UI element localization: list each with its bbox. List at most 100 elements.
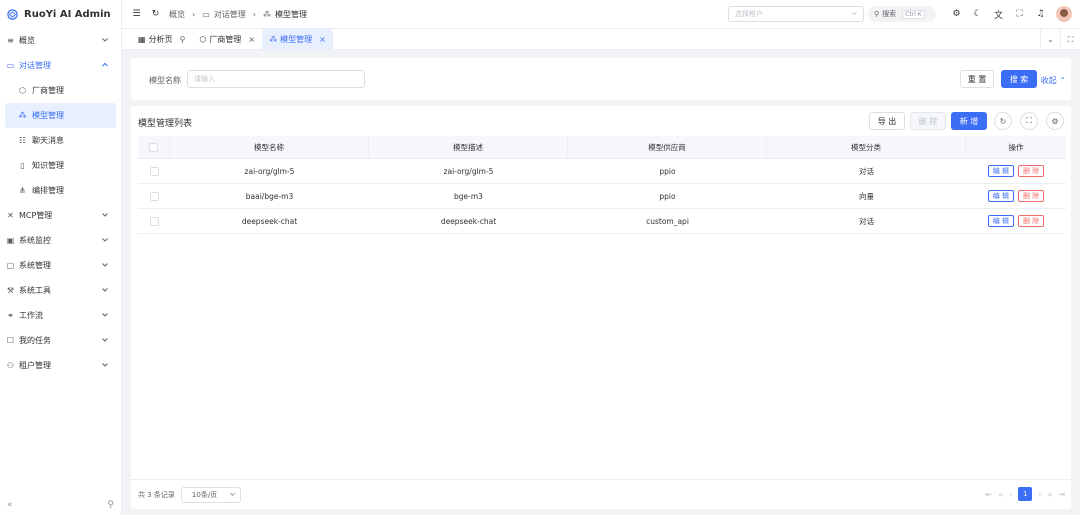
reset-button[interactable]: 重 置 — [960, 70, 994, 88]
sidebar-item-mcp[interactable]: ✕ MCP管理 — [0, 203, 121, 228]
prev-page-icon[interactable]: ‹ — [1009, 490, 1012, 499]
edit-button[interactable]: 编 辑 — [987, 215, 1014, 227]
sidebar-item-model[interactable]: ⁂ 模型管理 — [5, 103, 116, 128]
fullscreen-icon[interactable]: ⛶ — [1014, 9, 1025, 20]
mcp-icon: ✕ — [7, 211, 14, 220]
table-row: zai-org/glm-5 zai-org/glm-5 ppio 对话 编 辑 … — [138, 159, 1066, 184]
remove-button[interactable]: 删 除 — [1018, 215, 1045, 227]
cube-icon: ⬡ — [199, 34, 207, 44]
settings-icon[interactable]: ⚙ — [951, 9, 962, 20]
breadcrumb-item[interactable]: 对话管理 — [214, 9, 246, 20]
collapse-toggle[interactable]: 收起 ⌃ — [1041, 75, 1066, 86]
chevron-down-icon — [102, 288, 108, 292]
last-page-icon[interactable]: ⇥ — [1058, 490, 1065, 499]
page-number[interactable]: 1 — [1018, 487, 1033, 501]
edit-button[interactable]: 编 辑 — [987, 190, 1014, 202]
sidebar-item-messages[interactable]: ☷ 聊天消息 — [0, 128, 121, 153]
menu-toggle-icon[interactable]: ☰ — [131, 9, 142, 20]
tab-analysis[interactable]: ▦ 分析页 ⚲ — [131, 29, 192, 49]
breadcrumb-item[interactable]: 概览 — [169, 9, 185, 20]
theme-moon-icon[interactable]: ☾ — [972, 9, 983, 20]
model-category-cell: 对话 — [859, 166, 874, 176]
row-checkbox[interactable] — [149, 166, 159, 176]
sidebar-item-knowledge[interactable]: ▯ 知识管理 — [0, 153, 121, 178]
sidebar-item-label: 知识管理 — [32, 161, 64, 170]
add-button[interactable]: 新 增 — [951, 112, 987, 130]
chevron-down-icon — [102, 213, 108, 217]
chevron-down-icon — [229, 492, 235, 496]
tool-icon: ⚒ — [6, 286, 15, 295]
book-icon: ▯ — [20, 161, 25, 170]
next-page-icon[interactable]: › — [1038, 490, 1041, 499]
collapse-sidebar-icon[interactable]: « — [7, 500, 13, 510]
row-select-cell — [138, 159, 170, 183]
page-size-select[interactable]: 10条/页 — [180, 486, 241, 503]
sidebar-item-system[interactable]: ▢ 系统管理 — [0, 253, 121, 278]
chevron-down-icon — [852, 11, 857, 15]
page-controls: ⇤ « ‹ 1 › » ⇥ — [985, 487, 1065, 501]
refresh-icon[interactable]: ↻ — [150, 9, 161, 20]
search-form: 模型名称 请输入 重 置 搜 索 收起 ⌃ — [131, 58, 1071, 100]
column-header: 操作 — [1008, 142, 1024, 152]
tenant-select[interactable]: 选择租户 — [728, 6, 864, 22]
edit-button[interactable]: 编 辑 — [987, 165, 1014, 177]
model-name-cell: baai/bge-m3 — [245, 191, 294, 201]
sidebar-item-orchestration[interactable]: ⋔ 编排管理 — [0, 178, 121, 203]
app-logo[interactable]: RuoYi AI Admin — [0, 0, 121, 28]
tab-model[interactable]: ⁂ 模型管理 × — [262, 29, 333, 49]
sidebar-item-tools[interactable]: ⚒ 系统工具 — [0, 278, 121, 303]
sidebar-item-label: 模型管理 — [32, 111, 64, 120]
prev-group-icon[interactable]: « — [998, 490, 1003, 499]
close-icon[interactable]: × — [248, 35, 255, 44]
remove-button[interactable]: 删 除 — [1018, 165, 1045, 177]
row-checkbox[interactable] — [149, 191, 159, 201]
bell-icon[interactable]: ♫ — [1035, 9, 1046, 20]
workflow-icon: ⚭ — [7, 311, 14, 320]
sidebar-item-workflow[interactable]: ⚭ 工作流 — [0, 303, 121, 328]
translate-icon[interactable]: 文 — [993, 9, 1004, 21]
search-button[interactable]: 搜 索 — [1001, 70, 1037, 88]
sidebar-item-chat[interactable]: ▭ 对话管理 — [0, 53, 121, 78]
delete-button[interactable]: 删 除 — [910, 112, 946, 130]
export-button[interactable]: 导 出 — [869, 112, 905, 130]
tab-vendor[interactable]: ⬡ 厂商管理 × — [192, 29, 262, 49]
refresh-icon[interactable]: ↻ — [994, 112, 1012, 130]
sidebar-item-label: 编排管理 — [32, 186, 64, 195]
model-desc-cell: zai-org/glm-5 — [443, 166, 494, 176]
remove-button[interactable]: 删 除 — [1018, 190, 1045, 202]
chevron-down-icon — [102, 38, 108, 42]
chevron-up-icon: ⌃ — [1059, 76, 1066, 85]
global-search[interactable]: ⚲ 搜索 Ctrl K — [868, 6, 936, 22]
actions-cell: 编 辑 删 除 — [966, 159, 1066, 183]
task-icon: ☐ — [6, 336, 15, 345]
pin-icon[interactable]: ⚲ — [180, 35, 186, 44]
model-name-input[interactable]: 请输入 — [187, 70, 365, 88]
chevron-down-icon — [102, 263, 108, 267]
avatar[interactable] — [1056, 6, 1072, 22]
sidebar-item-overview[interactable]: ≡ 概览 — [0, 28, 121, 53]
chat-icon: ▭ — [6, 61, 15, 70]
search-shortcut: Ctrl K — [902, 9, 925, 19]
sidebar-item-monitor[interactable]: ▣ 系统监控 — [0, 228, 121, 253]
select-all-cell — [138, 136, 170, 158]
first-page-icon[interactable]: ⇤ — [985, 490, 992, 499]
sidebar-item-tenants[interactable]: ⚇ 租户管理 — [0, 353, 121, 378]
row-checkbox[interactable] — [149, 216, 159, 226]
select-all-checkbox[interactable] — [149, 142, 158, 152]
maximize-icon[interactable]: ⛶ — [1060, 29, 1080, 50]
chevron-down-icon[interactable]: ⌄ — [1040, 29, 1060, 50]
search-label: 搜索 — [882, 10, 897, 18]
sidebar-item-vendor[interactable]: ⬡ 厂商管理 — [0, 78, 121, 103]
sidebar-item-label: 系统监控 — [19, 236, 51, 245]
model-vendor-cell: custom_api — [646, 216, 689, 226]
close-icon[interactable]: × — [319, 35, 326, 44]
pin-icon[interactable]: ⚲ — [107, 500, 114, 510]
sidebar-item-tasks[interactable]: ☐ 我的任务 — [0, 328, 121, 353]
tab-label: 厂商管理 — [209, 34, 242, 44]
flow-icon: ⋔ — [19, 186, 26, 195]
next-group-icon[interactable]: » — [1047, 490, 1052, 499]
sidebar-item-label: 我的任务 — [19, 336, 51, 345]
column-settings-icon[interactable]: ⚙ — [1046, 112, 1064, 130]
fullscreen-icon[interactable]: ⛶ — [1020, 112, 1038, 130]
model-icon: ⁂ — [269, 34, 278, 44]
